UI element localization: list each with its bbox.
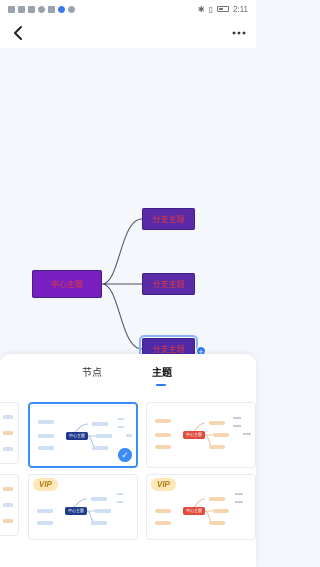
sheet-tabs: 节点 主题: [0, 364, 256, 392]
theme-card-blue-vip[interactable]: VIP 中心主题: [28, 474, 138, 540]
bluetooth-icon: ✱: [197, 4, 205, 14]
tab-nodes[interactable]: 节点: [82, 364, 102, 379]
status-icons-right: ✱ ▯ 2:11: [198, 5, 248, 14]
theme-preview: [3, 487, 13, 523]
tab-theme[interactable]: 主题: [152, 364, 172, 379]
theme-center-label: 中心主题: [66, 432, 88, 440]
theme-card-partial[interactable]: [0, 474, 19, 536]
status-icons-left: [8, 5, 75, 13]
theme-card-blue[interactable]: 中心主题 ✓: [28, 402, 138, 468]
signal-icon: [28, 5, 35, 13]
more-horizontal-icon[interactable]: [230, 24, 248, 42]
vibrate-icon: ▯: [208, 4, 214, 14]
signal-icon: [18, 5, 25, 13]
theme-card-orange-vip[interactable]: VIP 中心主题: [146, 474, 256, 540]
theme-card-orange[interactable]: 中心主题: [146, 402, 256, 468]
status-time: 2:11: [233, 4, 248, 14]
branch-topic-node[interactable]: 分支主题: [142, 273, 195, 295]
check-icon: ✓: [118, 448, 132, 462]
mindmap-connectors: [101, 218, 143, 350]
theme-center-label: 中心主题: [183, 507, 205, 515]
theme-card-partial[interactable]: [0, 402, 19, 464]
top-bar: [0, 18, 256, 48]
wifi-icon: [38, 5, 45, 13]
status-bar: ✱ ▯ 2:11: [0, 0, 256, 18]
theme-center-label: 中心主题: [183, 431, 205, 439]
battery-icon: [217, 6, 230, 12]
theme-preview: [3, 415, 13, 451]
mindmap-canvas[interactable]: 中心主题 分支主题 分支主题 分支主题 +: [0, 48, 256, 358]
app-icon: [58, 5, 65, 13]
notification-icon: [8, 5, 15, 13]
theme-center-label: 中心主题: [65, 507, 87, 515]
chevron-left-icon[interactable]: [10, 24, 28, 42]
app-icon: [48, 5, 55, 13]
theme-bottom-sheet: 节点 主题 中心主题 ✓ 中心主题 VIP 中心主题 VIP 中心主题: [0, 354, 256, 567]
branch-topic-node[interactable]: 分支主题: [142, 208, 195, 230]
active-tab-indicator: [156, 384, 166, 386]
app-icon: [68, 5, 75, 13]
central-topic-node[interactable]: 中心主题: [32, 270, 102, 298]
